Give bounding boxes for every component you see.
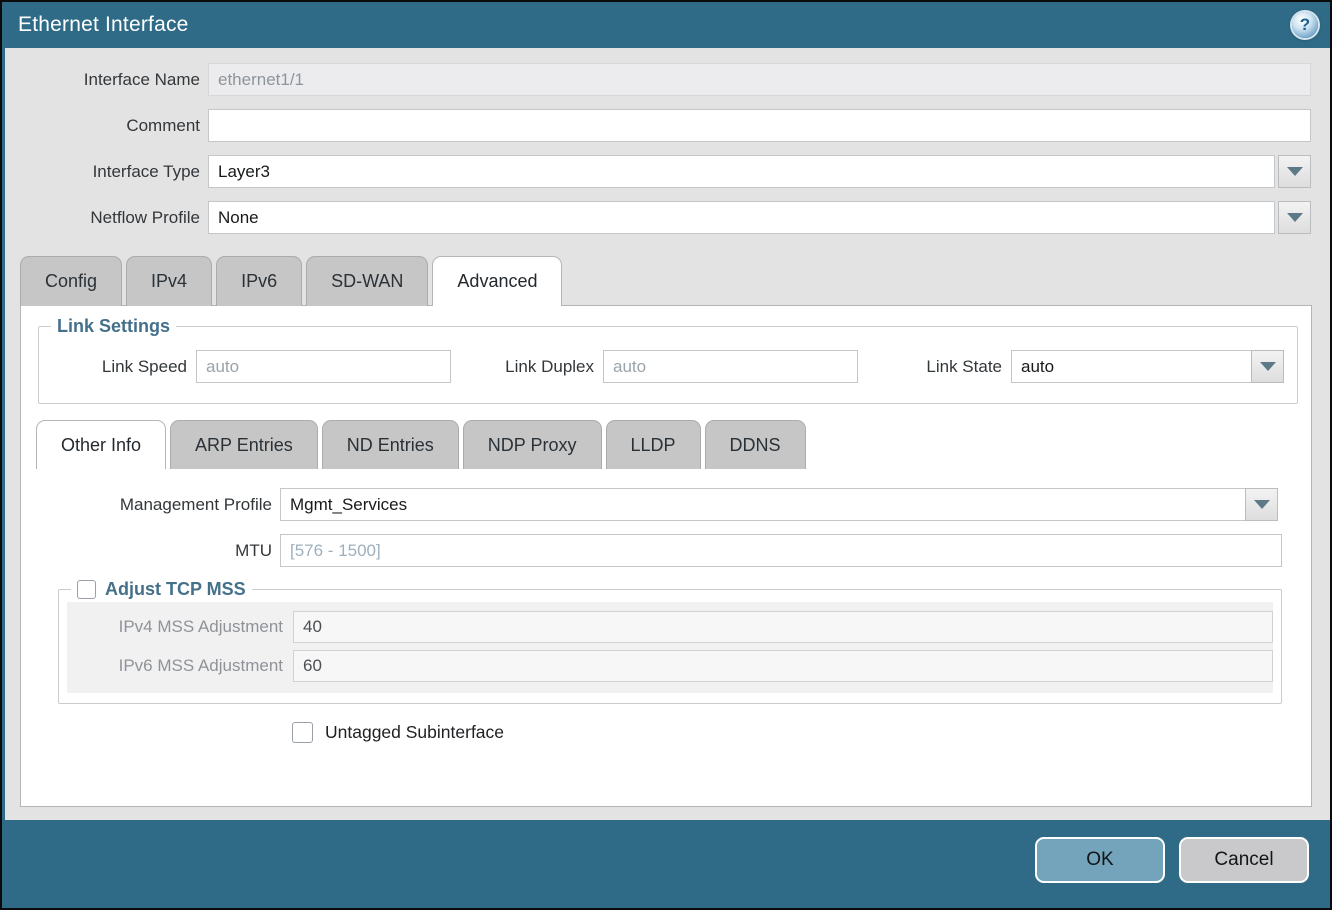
tab-ipv4[interactable]: IPv4 <box>126 256 212 306</box>
comment-row: Comment <box>2 109 1330 142</box>
main-tab-bar: Config IPv4 IPv6 SD-WAN Advanced <box>2 256 1330 305</box>
subtab-ndp-proxy[interactable]: NDP Proxy <box>463 420 602 469</box>
untagged-subinterface-row: Untagged Subinterface <box>292 722 1311 743</box>
management-profile-row: Management Profile <box>21 488 1311 521</box>
ipv4-mss-row: IPv4 MSS Adjustment <box>67 611 1273 643</box>
chevron-down-icon <box>1254 500 1270 509</box>
link-state-field[interactable] <box>1011 350 1252 383</box>
chevron-down-icon <box>1287 213 1303 222</box>
interface-type-row: Interface Type <box>2 155 1330 188</box>
link-state-select <box>1011 350 1264 383</box>
subtab-arp-entries[interactable]: ARP Entries <box>170 420 318 469</box>
tab-sdwan[interactable]: SD-WAN <box>306 256 428 306</box>
link-speed-label: Link Speed <box>39 357 196 377</box>
interface-type-field[interactable] <box>208 155 1275 188</box>
footer-bar: OK Cancel <box>2 820 1330 908</box>
mtu-label: MTU <box>21 541 280 561</box>
adjust-tcp-mss-checkbox[interactable] <box>77 580 96 599</box>
dialog-title: Ethernet Interface <box>18 13 1292 37</box>
interface-name-label: Interface Name <box>6 70 208 90</box>
subtab-nd-entries[interactable]: ND Entries <box>322 420 459 469</box>
management-profile-field[interactable] <box>280 488 1246 521</box>
advanced-tab-panel: Link Settings Link Speed Link Duplex Lin… <box>20 305 1312 807</box>
interface-type-dropdown-button[interactable] <box>1278 155 1311 188</box>
ethernet-interface-dialog: Ethernet Interface ? Interface Name Comm… <box>0 0 1332 910</box>
ok-button[interactable]: OK <box>1035 837 1165 883</box>
tab-advanced[interactable]: Advanced <box>432 256 562 306</box>
untagged-subinterface-label: Untagged Subinterface <box>325 722 504 743</box>
adjust-tcp-mss-legend: Adjust TCP MSS <box>71 579 252 600</box>
link-duplex-field[interactable] <box>603 350 858 383</box>
netflow-profile-row: Netflow Profile <box>2 201 1330 234</box>
ipv4-mss-label: IPv4 MSS Adjustment <box>67 617 293 637</box>
link-duplex-label: Link Duplex <box>451 357 603 377</box>
mtu-field[interactable] <box>280 534 1282 567</box>
chevron-down-icon <box>1287 167 1303 176</box>
subtab-ddns[interactable]: DDNS <box>705 420 806 469</box>
interface-name-field <box>208 63 1311 96</box>
adjust-tcp-mss-fieldset: Adjust TCP MSS IPv4 MSS Adjustment IPv6 … <box>58 579 1282 704</box>
ipv6-mss-row: IPv6 MSS Adjustment <box>67 650 1273 682</box>
ipv6-mss-label: IPv6 MSS Adjustment <box>67 656 293 676</box>
link-settings-row: Link Speed Link Duplex Link State <box>39 350 1297 383</box>
title-bar: Ethernet Interface ? <box>2 2 1330 48</box>
tab-ipv6[interactable]: IPv6 <box>216 256 302 306</box>
interface-type-label: Interface Type <box>6 162 208 182</box>
cancel-button[interactable]: Cancel <box>1179 837 1309 883</box>
mss-panel: IPv4 MSS Adjustment IPv6 MSS Adjustment <box>67 602 1273 693</box>
chevron-down-icon <box>1260 362 1276 371</box>
management-profile-select <box>280 488 1278 521</box>
link-state-label: Link State <box>858 357 1011 377</box>
management-profile-dropdown-button[interactable] <box>1245 488 1278 521</box>
ipv6-mss-field <box>293 650 1273 682</box>
comment-label: Comment <box>6 116 208 136</box>
tab-config[interactable]: Config <box>20 256 122 306</box>
top-form: Interface Name Comment Interface Type Ne… <box>2 48 1330 247</box>
sub-tab-bar: Other Info ARP Entries ND Entries NDP Pr… <box>21 420 1311 468</box>
netflow-profile-label: Netflow Profile <box>6 208 208 228</box>
management-profile-label: Management Profile <box>21 495 280 515</box>
netflow-profile-field[interactable] <box>208 201 1275 234</box>
netflow-profile-dropdown-button[interactable] <box>1278 201 1311 234</box>
link-speed-field[interactable] <box>196 350 451 383</box>
mtu-row: MTU <box>21 534 1311 567</box>
subtab-lldp[interactable]: LLDP <box>606 420 701 469</box>
comment-field[interactable] <box>208 109 1311 142</box>
interface-name-row: Interface Name <box>2 63 1330 96</box>
link-settings-fieldset: Link Settings Link Speed Link Duplex Lin… <box>38 316 1298 404</box>
link-state-dropdown-button[interactable] <box>1251 350 1284 383</box>
untagged-subinterface-checkbox[interactable] <box>292 722 313 743</box>
ipv4-mss-field <box>293 611 1273 643</box>
adjust-tcp-mss-label: Adjust TCP MSS <box>105 579 246 600</box>
link-settings-legend: Link Settings <box>51 316 176 337</box>
help-icon[interactable]: ? <box>1292 12 1318 38</box>
subtab-other-info[interactable]: Other Info <box>36 420 166 469</box>
